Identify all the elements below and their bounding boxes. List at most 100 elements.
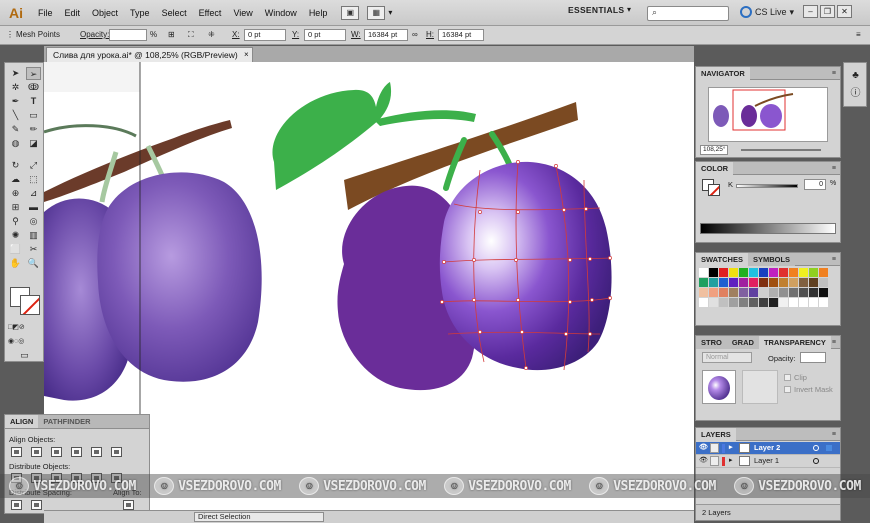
opacity-mask-slot[interactable] <box>742 370 778 404</box>
color-swatch[interactable] <box>779 288 789 298</box>
color-swatch[interactable] <box>749 278 759 288</box>
opacity-field[interactable] <box>109 29 147 41</box>
menu-view[interactable]: View <box>227 0 258 26</box>
menu-effect[interactable]: Effect <box>193 0 228 26</box>
color-swatch[interactable] <box>749 298 759 308</box>
color-swatch[interactable] <box>739 268 749 278</box>
lasso-tool-icon[interactable]: ↂ <box>26 81 41 94</box>
color-mode-icon[interactable]: □◩⊘ <box>8 321 25 334</box>
blend-tool-icon[interactable]: ◎ <box>26 215 41 228</box>
gradient-tool-icon[interactable]: ▬ <box>26 201 41 214</box>
expand-triangle-icon[interactable]: ▸ <box>729 455 733 467</box>
distribute-spacing-h-icon[interactable] <box>31 500 42 510</box>
opacity-link[interactable]: Opacity: <box>80 29 109 41</box>
distribute-center-v-icon[interactable] <box>31 473 42 483</box>
color-swatch[interactable] <box>699 278 709 288</box>
layer-target-icon[interactable] <box>813 445 819 451</box>
distribute-bottom-icon[interactable] <box>51 473 62 483</box>
free-transform-tool-icon[interactable]: ⬚ <box>26 173 41 186</box>
color-swatch[interactable] <box>729 278 739 288</box>
rotate-tool-icon[interactable]: ↻ <box>8 159 23 172</box>
paintbrush-tool-icon[interactable]: ✎ <box>8 123 23 136</box>
color-swatch[interactable] <box>819 268 829 278</box>
distribute-top-icon[interactable] <box>11 473 22 483</box>
w-field[interactable]: 16384 pt <box>364 29 408 41</box>
slice-tool-icon[interactable]: ✂ <box>26 243 41 256</box>
layers-title[interactable]: LAYERS <box>696 428 736 441</box>
pen-tool-icon[interactable]: ✒ <box>8 95 23 108</box>
layer-row-layer-2[interactable]: 👁 ▸ Layer 2 <box>696 442 840 455</box>
color-swatch[interactable] <box>739 298 749 308</box>
cs-live-button[interactable]: CS Live ▾ <box>740 6 794 18</box>
menu-edit[interactable]: Edit <box>59 0 87 26</box>
control-panel-menu-icon[interactable]: ≡ <box>856 29 861 41</box>
minimize-icon[interactable]: – <box>803 5 818 18</box>
color-swatch[interactable] <box>819 288 829 298</box>
color-swatch[interactable] <box>699 298 709 308</box>
menu-help[interactable]: Help <box>303 0 334 26</box>
h-label[interactable]: H: <box>426 29 434 41</box>
lock-toggle[interactable] <box>710 443 719 453</box>
invert-mask-checkbox[interactable] <box>784 386 791 393</box>
artboard-tool-icon[interactable]: ⬜ <box>8 243 23 256</box>
color-swatch[interactable] <box>779 278 789 288</box>
y-label[interactable]: Y: <box>292 29 299 41</box>
menu-window[interactable]: Window <box>259 0 303 26</box>
column-graph-tool-icon[interactable]: ▥ <box>26 229 41 242</box>
restore-icon[interactable]: ❐ <box>820 5 835 18</box>
layer-name[interactable]: Layer 2 <box>754 442 780 454</box>
color-swatch[interactable] <box>789 288 799 298</box>
pencil-tool-icon[interactable]: ✏ <box>26 123 41 136</box>
align-center-v-icon[interactable] <box>91 447 102 457</box>
color-swatch[interactable] <box>699 268 709 278</box>
rectangle-tool-icon[interactable]: ▭ <box>26 109 41 122</box>
tab-align[interactable]: ALIGN <box>5 415 39 428</box>
color-swatch[interactable] <box>719 268 729 278</box>
color-swatch[interactable] <box>759 268 769 278</box>
scale-tool-icon[interactable]: ⤢ <box>26 159 41 172</box>
menu-type[interactable]: Type <box>124 0 156 26</box>
navigator-zoom-slider[interactable] <box>741 149 821 151</box>
tab-symbols[interactable]: SYMBOLS <box>747 253 796 266</box>
align-bottom-icon[interactable] <box>111 447 122 457</box>
color-swatch[interactable] <box>789 268 799 278</box>
color-swatch[interactable] <box>739 278 749 288</box>
align-to-selection-icon[interactable] <box>123 500 134 510</box>
stroke-color-swatch[interactable] <box>20 295 40 315</box>
align-center-h-icon[interactable] <box>31 447 42 457</box>
transparency-thumbnail[interactable] <box>702 370 736 404</box>
tab-swatches[interactable]: SWATCHES <box>696 253 748 266</box>
color-swatch[interactable] <box>769 268 779 278</box>
color-swatch[interactable] <box>759 298 769 308</box>
color-swatch[interactable] <box>709 288 719 298</box>
color-panel-title[interactable]: COLOR <box>696 162 734 175</box>
color-swatch[interactable] <box>799 268 809 278</box>
color-swatch[interactable] <box>769 278 779 288</box>
distribute-spacing-v-icon[interactable] <box>11 500 22 510</box>
close-icon[interactable]: ✕ <box>837 5 852 18</box>
arrange-documents-icon[interactable]: ▦ <box>367 5 386 20</box>
lock-toggle[interactable] <box>710 456 719 466</box>
color-swatch[interactable] <box>749 288 759 298</box>
magic-wand-tool-icon[interactable]: ✲ <box>8 81 23 94</box>
color-swatch[interactable] <box>759 278 769 288</box>
workspace-dropdown-icon[interactable]: ▾ <box>627 5 631 14</box>
layer-selection-indicator[interactable] <box>826 445 832 451</box>
mesh-tool-icon[interactable]: ⊞ <box>8 201 23 214</box>
color-swatch[interactable] <box>809 298 819 308</box>
color-swatch[interactable] <box>709 268 719 278</box>
transparency-menu-icon[interactable]: ≡ <box>832 339 836 346</box>
screen-mode-icon[interactable]: ▭ <box>17 349 32 362</box>
visibility-eye-icon[interactable]: 👁 <box>699 457 708 465</box>
tab-gradient[interactable]: GRAD <box>726 336 759 349</box>
document-tab[interactable]: Слива для урока.ai* @ 108,25% (RGB/Previ… <box>46 47 253 62</box>
expand-triangle-icon[interactable]: ▸ <box>729 442 733 454</box>
align-left-icon[interactable] <box>11 447 22 457</box>
color-swatch[interactable] <box>699 288 709 298</box>
x-field[interactable]: 0 pt <box>244 29 286 41</box>
search-input[interactable]: ⌕ <box>647 6 729 21</box>
color-swatch[interactable] <box>729 268 739 278</box>
swatches-menu-icon[interactable]: ≡ <box>832 256 836 263</box>
arrange-dropdown-icon[interactable]: ▾ <box>388 8 392 17</box>
menu-object[interactable]: Object <box>86 0 124 26</box>
